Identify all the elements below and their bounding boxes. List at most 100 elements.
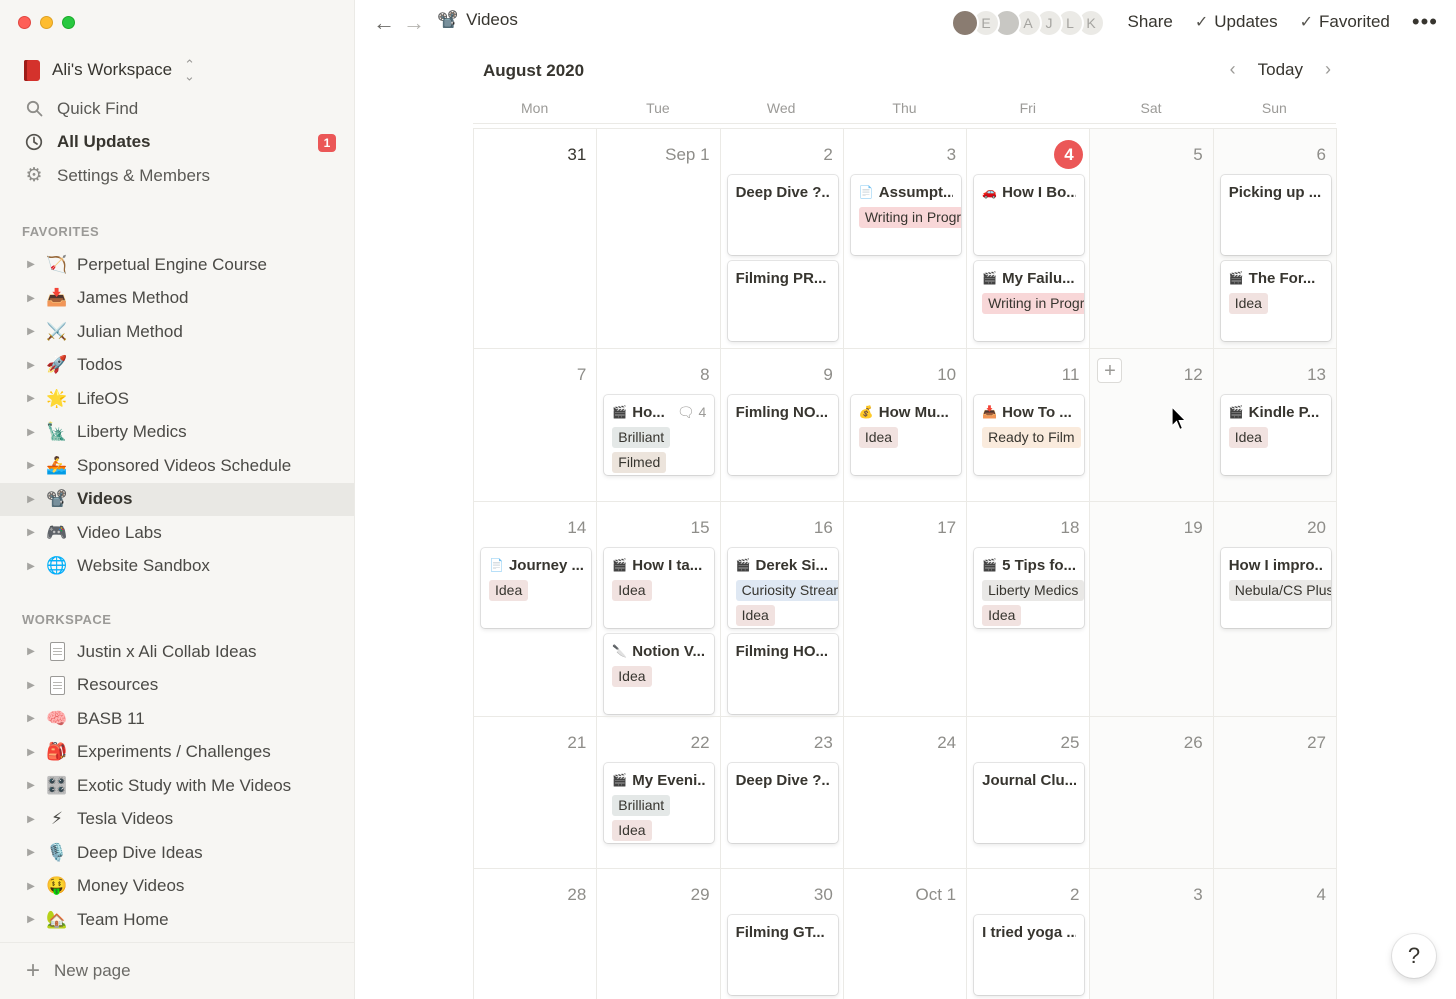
calendar-day-cell[interactable]: 23 Deep Dive ?...	[721, 717, 844, 868]
calendar-day-cell[interactable]: 4 🚗 How I Bo... 🎬 My Failu... Writing in Prog…	[967, 129, 1091, 348]
avatar[interactable]	[951, 9, 979, 37]
share-button[interactable]: Share	[1128, 12, 1173, 32]
sidebar-item-justin-x-ali-collab-ideas[interactable]: ▶ Justin x Ali Collab Ideas	[0, 635, 354, 669]
calendar-card[interactable]: 🎬 Kindle P... Idea	[1220, 395, 1331, 475]
calendar-day-cell[interactable]: Sep 1	[597, 129, 721, 348]
expand-triangle-icon[interactable]: ▶	[26, 293, 36, 304]
sidebar-item-sponsored-videos-schedule[interactable]: ▶ 🚣 Sponsored Videos Schedule	[0, 449, 354, 483]
calendar-card[interactable]: 📥 How To ... Ready to Film	[974, 395, 1085, 475]
calendar-card[interactable]: 🔪 Notion V... Idea	[604, 634, 715, 714]
calendar-card[interactable]: 🎬 My Failu... Writing in Progress	[974, 261, 1085, 341]
calendar-day-cell[interactable]: 7	[474, 349, 598, 501]
calendar-card[interactable]: Filming PR...	[727, 261, 838, 341]
calendar-day-cell[interactable]: 5	[1090, 129, 1214, 348]
sidebar-item-lifeos[interactable]: ▶ 🌟 LifeOS	[0, 382, 354, 416]
expand-triangle-icon[interactable]: ▶	[26, 680, 36, 691]
calendar-day-cell[interactable]: 28	[474, 869, 598, 999]
calendar-day-cell[interactable]: 19	[1090, 502, 1214, 716]
sidebar-item-deep-dive-ideas[interactable]: ▶ 🎙️ Deep Dive Ideas	[0, 836, 354, 870]
back-arrow-icon[interactable]: ←	[373, 11, 395, 35]
workspace-switcher[interactable]: Ali's Workspace ⌃ ⌃	[22, 56, 195, 84]
help-button[interactable]: ?	[1392, 934, 1436, 978]
expand-triangle-icon[interactable]: ▶	[26, 259, 36, 270]
calendar-day-cell[interactable]: 12 +	[1090, 349, 1214, 501]
sidebar-item-perpetual-engine-course[interactable]: ▶ 🏹 Perpetual Engine Course	[0, 248, 354, 282]
sidebar-item-money-videos[interactable]: ▶ 🤑 Money Videos	[0, 870, 354, 904]
calendar-day-cell[interactable]: 21	[474, 717, 598, 868]
calendar-day-cell[interactable]: 2 Deep Dive ?... Filming PR...	[721, 129, 844, 348]
calendar-day-cell[interactable]: 8 🎬 Ho... 🗨 4 Brilliant Filmed	[597, 349, 721, 501]
calendar-card[interactable]: Deep Dive ?...	[727, 763, 838, 843]
calendar-day-cell[interactable]: 15 🎬 How I ta... Idea 🔪 Notion V... Idea	[597, 502, 721, 716]
calendar-card[interactable]: Fimling NO...	[727, 395, 838, 475]
sidebar-item-videos[interactable]: ▶ 📽️ Videos	[0, 482, 354, 516]
calendar-day-cell[interactable]: 4	[1213, 869, 1337, 999]
calendar-day-cell[interactable]: 2 I tried yoga ...	[967, 869, 1091, 999]
calendar-card[interactable]: 🎬 Ho... 🗨 4 Brilliant Filmed	[604, 395, 715, 475]
forward-arrow-icon[interactable]: →	[403, 11, 425, 35]
calendar-day-cell[interactable]: 3	[1090, 869, 1214, 999]
calendar-card[interactable]: 🎬 How I ta... Idea	[604, 548, 715, 628]
sidebar-item-experiments-challenges[interactable]: ▶ 🎒 Experiments / Challenges	[0, 736, 354, 770]
calendar-card[interactable]: Filming HO...	[727, 634, 838, 714]
zoom-window-button[interactable]	[62, 16, 75, 29]
calendar-day-cell[interactable]: 25 Journal Clu...	[967, 717, 1091, 868]
sidebar-item-website-sandbox[interactable]: ▶ 🌐 Website Sandbox	[0, 550, 354, 584]
calendar-day-cell[interactable]: 6 Picking up ... 🎬 The For... Idea	[1213, 129, 1337, 348]
expand-triangle-icon[interactable]: ▶	[26, 427, 36, 438]
calendar-card[interactable]: Journal Clu...	[974, 763, 1085, 843]
expand-triangle-icon[interactable]: ▶	[26, 646, 36, 657]
calendar-card[interactable]: Picking up ...	[1220, 175, 1331, 255]
expand-triangle-icon[interactable]: ▶	[26, 326, 36, 337]
sidebar-item-quick-find[interactable]: Quick Find	[14, 92, 340, 126]
calendar-day-cell[interactable]: 26	[1090, 717, 1214, 868]
calendar-day-cell[interactable]: 27	[1213, 717, 1337, 868]
sidebar-item-video-labs[interactable]: ▶ 🎮 Video Labs	[0, 516, 354, 550]
add-event-button[interactable]: +	[1097, 358, 1123, 383]
expand-triangle-icon[interactable]: ▶	[26, 360, 36, 371]
calendar-card[interactable]: I tried yoga ...	[974, 915, 1085, 995]
sidebar-item-james-method[interactable]: ▶ 📥 James Method	[0, 282, 354, 316]
calendar-card[interactable]: Deep Dive ?...	[727, 175, 838, 255]
updates-button[interactable]: ✓ Updates	[1195, 12, 1278, 32]
calendar-day-cell[interactable]: 29	[597, 869, 721, 999]
expand-triangle-icon[interactable]: ▶	[26, 814, 36, 825]
sidebar-item-julian-method[interactable]: ▶ ⚔️ Julian Method	[0, 315, 354, 349]
calendar-card[interactable]: 📄 Assumpt... Writing in Progress	[850, 175, 961, 255]
calendar-day-cell[interactable]: 17	[844, 502, 968, 716]
collaborator-avatars[interactable]: EAJLK	[951, 9, 1105, 37]
expand-triangle-icon[interactable]: ▶	[26, 561, 36, 572]
sidebar-item-todos[interactable]: ▶ 🚀 Todos	[0, 349, 354, 383]
calendar-day-cell[interactable]: 13 🎬 Kindle P... Idea	[1213, 349, 1337, 501]
expand-triangle-icon[interactable]: ▶	[26, 393, 36, 404]
calendar-day-cell[interactable]: 14 📄 Journey ... Idea	[474, 502, 598, 716]
sidebar-item-tesla-videos[interactable]: ▶ ⚡ Tesla Videos	[0, 803, 354, 837]
calendar-day-cell[interactable]: 31	[474, 129, 598, 348]
chevron-right-icon[interactable]: ›	[1325, 59, 1331, 80]
expand-triangle-icon[interactable]: ▶	[26, 713, 36, 724]
calendar-day-cell[interactable]: 18 🎬 5 Tips fo... Liberty Medics Idea	[967, 502, 1091, 716]
calendar-card[interactable]: 💰 How Mu... Idea	[850, 395, 961, 475]
calendar-day-cell[interactable]: 24	[844, 717, 968, 868]
calendar-day-cell[interactable]: 16 🎬 Derek Si... Curiosity Stream Idea Filmin…	[721, 502, 844, 716]
new-page-button[interactable]: + New page	[0, 942, 354, 999]
calendar-card[interactable]: How I impro... Nebula/CS Plus	[1220, 548, 1331, 628]
expand-triangle-icon[interactable]: ▶	[26, 527, 36, 538]
today-button[interactable]: Today	[1258, 60, 1303, 80]
calendar-day-cell[interactable]: 30 Filming GT...	[721, 869, 844, 999]
sidebar-item-settings[interactable]: ⚙ Settings & Members	[14, 159, 340, 193]
calendar-card[interactable]: 🎬 My Eveni... Brilliant Idea	[604, 763, 715, 843]
calendar-day-cell[interactable]: 3 📄 Assumpt... Writing in Progress	[844, 129, 968, 348]
calendar-card[interactable]: Filming GT...	[727, 915, 838, 995]
calendar-day-cell[interactable]: 22 🎬 My Eveni... Brilliant Idea	[597, 717, 721, 868]
expand-triangle-icon[interactable]: ▶	[26, 780, 36, 791]
calendar-card[interactable]: 📄 Journey ... Idea	[481, 548, 591, 628]
calendar-card[interactable]: 🎬 The For... Idea	[1220, 261, 1331, 341]
expand-triangle-icon[interactable]: ▶	[26, 847, 36, 858]
calendar-day-cell[interactable]: 20 How I impro... Nebula/CS Plus	[1213, 502, 1337, 716]
sidebar-item-basb-11[interactable]: ▶ 🧠 BASB 11	[0, 702, 354, 736]
favorited-button[interactable]: ✓ Favorited	[1300, 12, 1390, 32]
expand-triangle-icon[interactable]: ▶	[26, 747, 36, 758]
sidebar-item-team-home[interactable]: ▶ 🏡 Team Home	[0, 903, 354, 937]
expand-triangle-icon[interactable]: ▶	[26, 494, 36, 505]
